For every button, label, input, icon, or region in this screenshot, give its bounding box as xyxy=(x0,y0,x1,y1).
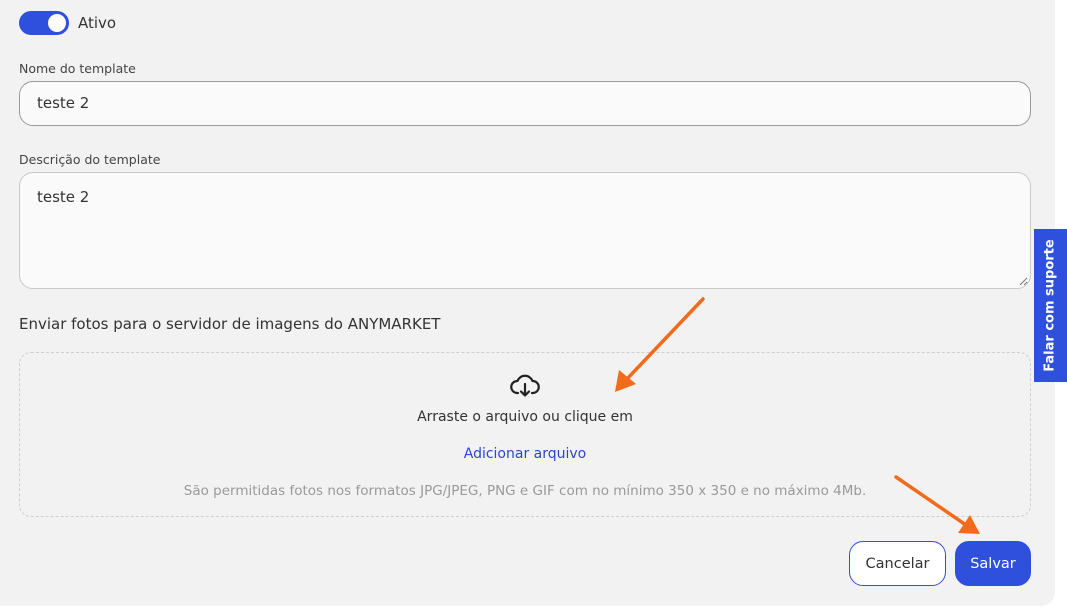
toggle-knob xyxy=(48,14,66,32)
add-file-link[interactable]: Adicionar arquivo xyxy=(464,446,587,462)
cancel-button[interactable]: Cancelar xyxy=(849,541,946,586)
cloud-download-icon xyxy=(510,374,540,397)
upload-section-title: Enviar fotos para o servidor de imagens … xyxy=(19,315,441,333)
template-name-input[interactable]: teste 2 xyxy=(19,81,1031,126)
upload-format-hint: São permitidas fotos nos formatos JPG/JP… xyxy=(183,483,867,499)
template-description-value: teste 2 xyxy=(37,188,90,206)
template-description-textarea[interactable]: teste 2 xyxy=(19,172,1031,289)
upload-dropzone[interactable]: Arraste o arquivo ou clique em Adicionar… xyxy=(19,352,1031,517)
active-toggle-row: Ativo xyxy=(19,11,116,35)
save-button[interactable]: Salvar xyxy=(955,541,1031,586)
resize-grip-icon[interactable] xyxy=(1019,277,1028,286)
support-tab-label: Falar com suporte xyxy=(1043,239,1058,372)
active-toggle[interactable] xyxy=(19,11,69,35)
template-form-panel: Ativo Nome do template teste 2 Descrição… xyxy=(0,0,1055,606)
support-tab[interactable]: Falar com suporte xyxy=(1034,229,1067,382)
template-name-label: Nome do template xyxy=(19,61,136,76)
dropzone-instruction: Arraste o arquivo ou clique em xyxy=(417,409,633,425)
add-file-link-row: Adicionar arquivo xyxy=(20,446,1030,462)
template-description-label: Descrição do template xyxy=(19,152,161,167)
active-toggle-label: Ativo xyxy=(78,14,117,32)
